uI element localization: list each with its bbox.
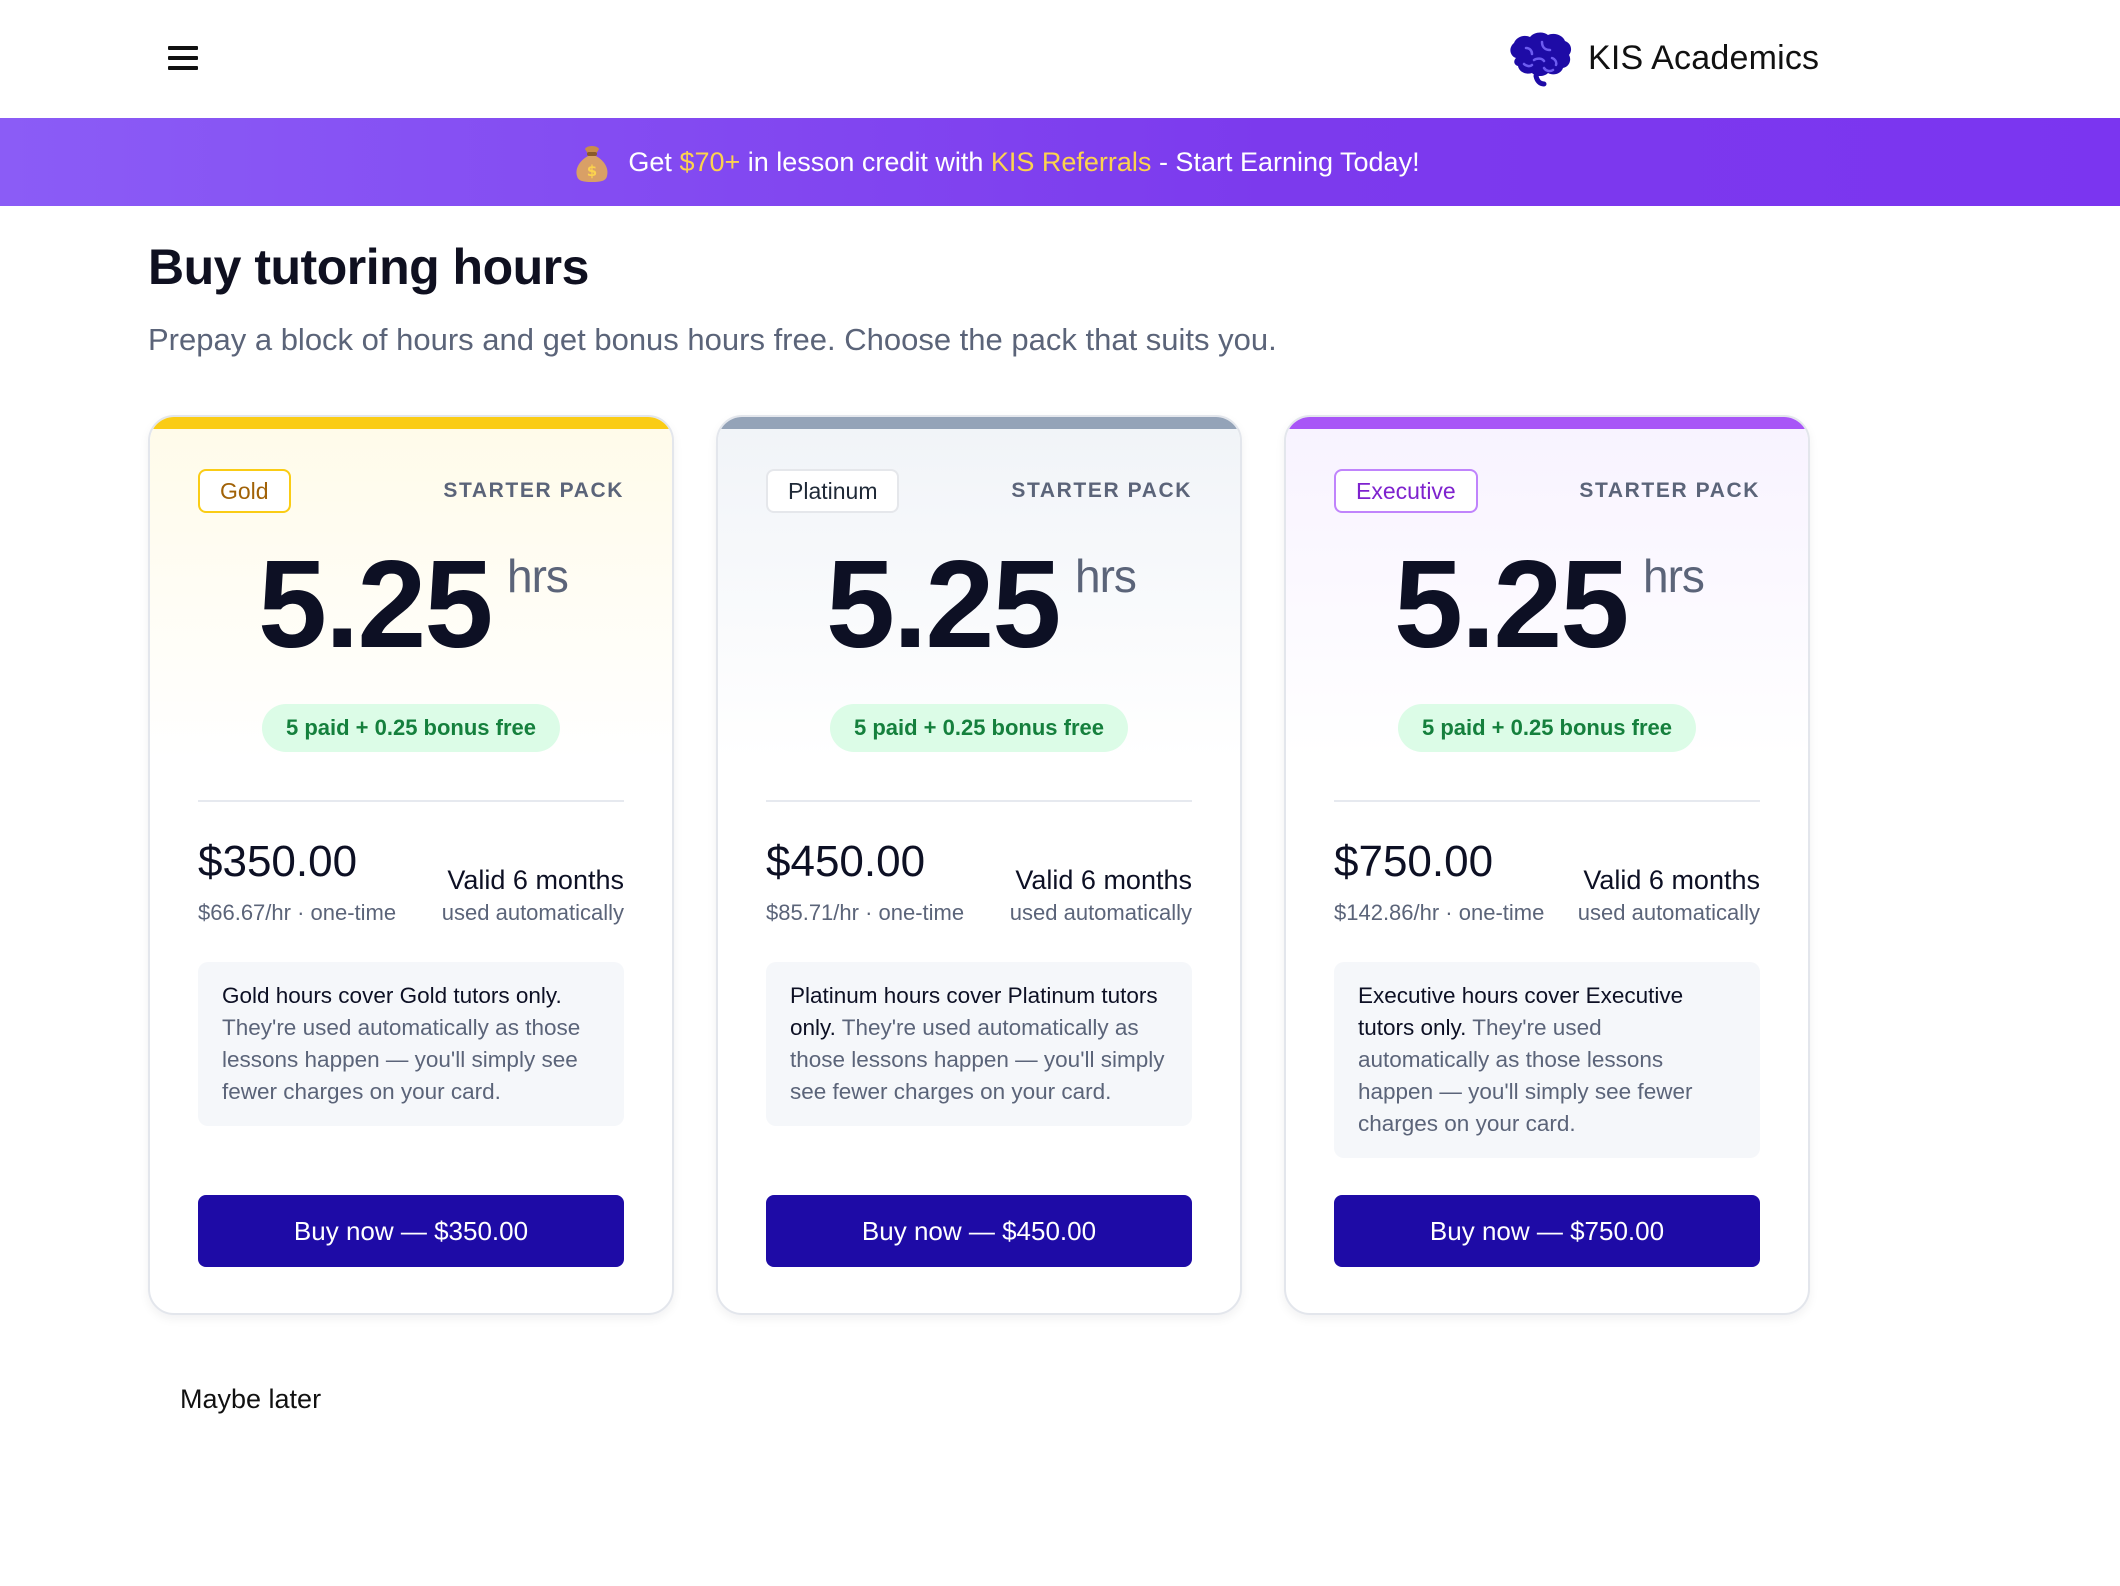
coverage-note: Executive hours cover Executive tutors o… (1334, 962, 1760, 1158)
hours-unit: hrs (1643, 550, 1705, 602)
brand-name: KIS Academics (1588, 38, 1820, 77)
price: $750.00 (1334, 837, 1494, 886)
pack-label: STARTER PACK (1579, 479, 1760, 502)
page-title: Buy tutoring hours (148, 239, 589, 295)
money-bag-icon: $ (576, 146, 608, 182)
referral-banner-text: Get $70+ in lesson credit with KIS Refer… (628, 146, 1420, 177)
buy-now-button-executive[interactable]: Buy now — $750.00 (1334, 1195, 1760, 1267)
usage-note: used automatically (1009, 900, 1192, 925)
coverage-note: Gold hours cover Gold tutors only. They'… (198, 962, 624, 1126)
buy-now-button-gold[interactable]: Buy now — $350.00 (198, 1195, 624, 1267)
hours-value: 5.25 (826, 536, 1061, 674)
validity: Valid 6 months (1015, 865, 1192, 895)
brain-icon (1510, 32, 1572, 87)
divider (1334, 800, 1760, 802)
divider (766, 800, 1192, 802)
referral-banner[interactable]: $ Get $70+ in lesson credit with KIS Ref… (0, 118, 2120, 206)
brand[interactable]: KIS Academics (1506, 28, 1819, 88)
validity: Valid 6 months (447, 865, 624, 895)
card-accent-stripe (1286, 417, 1808, 429)
card-accent-stripe (150, 417, 672, 429)
top-bar: KIS Academics (0, 0, 2120, 118)
buy-now-button-platinum[interactable]: Buy now — $450.00 (766, 1195, 1192, 1267)
usage-note: used automatically (1577, 900, 1760, 925)
hours-value: 5.25 (258, 536, 493, 674)
usage-note: used automatically (441, 900, 624, 925)
price: $350.00 (198, 837, 358, 886)
per-hour-rate: $85.71/hr · one-time (766, 900, 965, 925)
hours-unit: hrs (1075, 550, 1137, 602)
coverage-note: Platinum hours cover Platinum tutors onl… (766, 962, 1192, 1126)
per-hour-rate: $66.67/hr · one-time (198, 900, 397, 925)
card-accent-stripe (718, 417, 1240, 429)
hours-value: 5.25 (1394, 536, 1629, 674)
pack-card-executive: Executive STARTER PACK 5.25 hrs 5 paid +… (1284, 415, 1810, 1315)
bonus-pill: 5 paid + 0.25 bonus free (829, 704, 1129, 752)
bonus-pill: 5 paid + 0.25 bonus free (1397, 704, 1697, 752)
tier-badge: Gold (198, 469, 291, 513)
hamburger-menu-icon[interactable] (168, 44, 198, 72)
pack-label: STARTER PACK (1011, 479, 1192, 502)
pack-card-gold: Gold STARTER PACK 5.25 hrs 5 paid + 0.25… (148, 415, 674, 1315)
bonus-pill: 5 paid + 0.25 bonus free (261, 704, 561, 752)
svg-text:$: $ (587, 162, 597, 180)
price: $450.00 (766, 837, 926, 886)
hours-unit: hrs (507, 550, 569, 602)
divider (198, 800, 624, 802)
pack-label: STARTER PACK (443, 479, 624, 502)
tier-badge: Platinum (766, 469, 900, 513)
tier-badge: Executive (1334, 469, 1478, 513)
page-subtitle: Prepay a block of hours and get bonus ho… (148, 322, 1277, 357)
pack-card-platinum: Platinum STARTER PACK 5.25 hrs 5 paid + … (716, 415, 1242, 1315)
validity: Valid 6 months (1583, 865, 1760, 895)
maybe-later-link[interactable]: Maybe later (180, 1384, 321, 1415)
per-hour-rate: $142.86/hr · one-time (1334, 900, 1545, 925)
